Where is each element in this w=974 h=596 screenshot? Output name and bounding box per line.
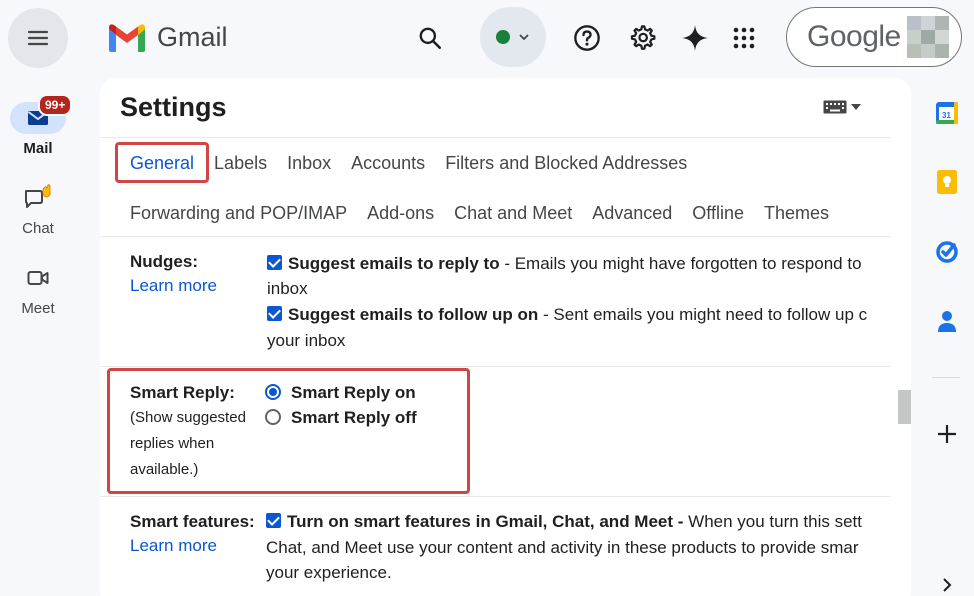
- apps-button[interactable]: [724, 18, 764, 58]
- rail-chat[interactable]: Chat: [0, 182, 76, 237]
- title-divider: [100, 137, 891, 138]
- calendar-app-button[interactable]: 31: [933, 99, 961, 127]
- get-addons-button[interactable]: [933, 420, 961, 448]
- tab-forwarding[interactable]: Forwarding and POP/IMAP: [130, 203, 347, 224]
- smart-features-label: Smart features:: [130, 512, 255, 531]
- suggest-reply-desc: - Emails you might have forgotten to res…: [499, 254, 862, 273]
- tasks-app-button[interactable]: [933, 238, 961, 266]
- nudges-label-group: Nudges: Learn more: [130, 252, 217, 296]
- calendar-icon: 31: [936, 102, 958, 124]
- suggest-follow-up-checkbox[interactable]: [267, 306, 282, 321]
- rail-meet[interactable]: Meet: [0, 262, 76, 317]
- contacts-icon: [938, 311, 956, 332]
- tab-filters[interactable]: Filters and Blocked Addresses: [445, 153, 687, 174]
- rail-chat-label: Chat: [22, 220, 54, 237]
- rail-mail[interactable]: 99+ Mail: [0, 94, 76, 157]
- side-panel-divider: [932, 377, 960, 378]
- rail-mail-pill: 99+: [10, 94, 73, 134]
- suggest-follow-up-desc-wrap: your inbox: [267, 331, 346, 350]
- contacts-app-button[interactable]: [933, 307, 961, 335]
- rail-chat-pill: [10, 182, 66, 214]
- search-icon: [419, 27, 442, 50]
- suggest-follow-up-title: Suggest emails to follow up on: [288, 305, 539, 324]
- keyboard-icon: [823, 100, 847, 114]
- tab-offline[interactable]: Offline: [692, 203, 744, 224]
- rail-mail-label: Mail: [23, 140, 53, 157]
- smart-features-label-group: Smart features: Learn more: [130, 512, 255, 556]
- smart-reply-highlight: [107, 368, 470, 494]
- tab-add-ons[interactable]: Add-ons: [367, 203, 434, 224]
- plus-icon: [938, 425, 956, 443]
- rail-meet-pill: [10, 262, 66, 294]
- scrollbar-thumb[interactable]: [898, 390, 911, 424]
- nudges-divider: [100, 366, 891, 367]
- suggest-follow-up-desc: - Sent emails you might need to follow u…: [538, 305, 868, 324]
- chevron-right-icon: [943, 578, 952, 592]
- tab-advanced[interactable]: Advanced: [592, 203, 672, 224]
- settings-button[interactable]: [622, 18, 662, 58]
- tab-chat-and-meet[interactable]: Chat and Meet: [454, 203, 572, 224]
- smart-features-desc-line3: your experience.: [266, 563, 392, 582]
- avatar: [907, 16, 949, 58]
- chevron-down-icon: [519, 34, 529, 41]
- gear-icon: [630, 25, 656, 50]
- video-camera-icon: [27, 271, 49, 285]
- nudges-learn-more-link[interactable]: Learn more: [130, 276, 217, 296]
- tab-themes[interactable]: Themes: [764, 203, 829, 224]
- google-wordmark: Google: [807, 20, 901, 53]
- settings-panel: Settings General Labels Inbox Accounts F…: [100, 78, 911, 596]
- gemini-button[interactable]: [675, 18, 715, 58]
- smart-features-title: Turn on smart features in Gmail, Chat, a…: [287, 512, 684, 531]
- apps-grid-icon: [733, 27, 755, 49]
- support-button[interactable]: [567, 18, 607, 58]
- help-icon: [574, 25, 600, 51]
- sparkle-icon: [682, 25, 708, 51]
- app-name: Gmail: [157, 22, 228, 52]
- page-title: Settings: [120, 92, 227, 122]
- show-side-panel-button[interactable]: [933, 571, 961, 596]
- keep-app-button[interactable]: [933, 168, 961, 196]
- smart-features-option: Turn on smart features in Gmail, Chat, a…: [266, 509, 862, 534]
- settings-tabs-row1: General Labels Inbox Accounts Filters an…: [130, 153, 707, 174]
- rail-meet-label: Meet: [21, 300, 55, 317]
- suggest-reply-desc-wrap: inbox: [267, 279, 308, 298]
- suggest-reply-title: Suggest emails to reply to: [288, 254, 500, 273]
- gmail-logo[interactable]: Gmail: [107, 22, 228, 53]
- tabs-divider: [100, 236, 891, 237]
- status-selector[interactable]: [480, 7, 546, 67]
- tab-inbox[interactable]: Inbox: [287, 153, 331, 174]
- status-active-dot: [496, 30, 510, 44]
- nudges-option-reply: Suggest emails to reply to - Emails you …: [267, 251, 862, 276]
- unread-count-badge: 99+: [38, 94, 73, 116]
- tab-labels[interactable]: Labels: [214, 153, 267, 174]
- keep-icon: [937, 170, 957, 194]
- nudges-label: Nudges:: [130, 252, 198, 271]
- input-tools-button[interactable]: [823, 100, 861, 114]
- suggest-reply-checkbox[interactable]: [267, 255, 282, 270]
- main-menu-button[interactable]: [8, 8, 68, 68]
- settings-tabs-row2: Forwarding and POP/IMAP Add-ons Chat and…: [130, 203, 849, 224]
- general-tab-highlight: [115, 142, 209, 183]
- smart-features-desc-line2: Chat, and Meet use your content and acti…: [266, 538, 859, 557]
- nudges-option-follow-up: Suggest emails to follow up on - Sent em…: [267, 302, 867, 327]
- hamburger-icon: [27, 30, 49, 46]
- tab-accounts[interactable]: Accounts: [351, 153, 425, 174]
- caret-down-icon: [851, 104, 861, 110]
- smart-features-learn-more-link[interactable]: Learn more: [130, 536, 255, 556]
- smart-features-checkbox[interactable]: [266, 513, 281, 528]
- smart-reply-divider: [100, 496, 891, 497]
- chat-icon: [25, 184, 51, 208]
- smart-features-desc: When you turn this sett: [683, 512, 863, 531]
- search-button[interactable]: [410, 18, 450, 58]
- tasks-icon: [936, 241, 958, 263]
- account-button[interactable]: Google: [786, 7, 962, 67]
- calendar-day: 31: [942, 111, 951, 120]
- gmail-m-icon: [109, 23, 145, 52]
